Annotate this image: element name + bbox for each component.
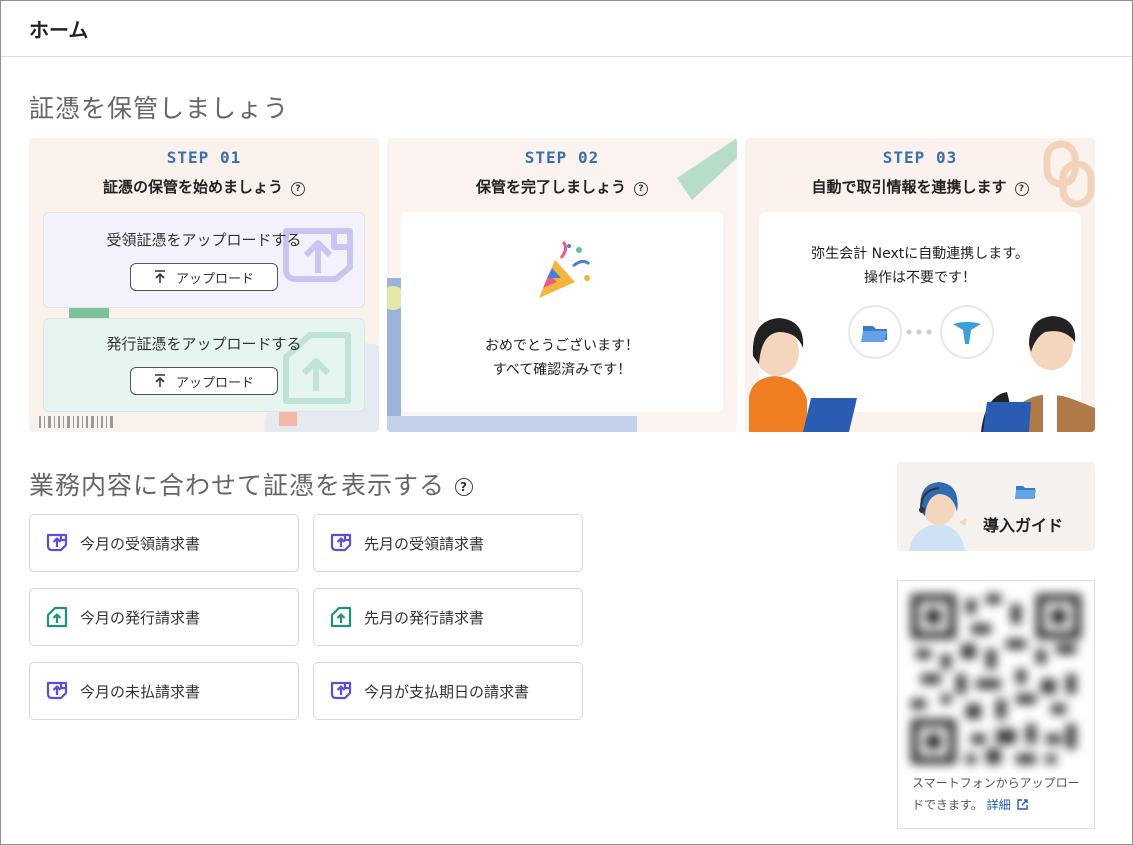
party-popper-icon (539, 240, 591, 298)
step-02-card: STEP 02 保管を完了しましょう? おめでとうございます！ すべて確認済みで… (387, 138, 737, 432)
received-upload-box: 受領証憑をアップロードする アップロード (43, 212, 365, 308)
upload-arrow-icon (154, 374, 165, 387)
qr-details-link[interactable]: 詳細 (987, 798, 1029, 812)
page-title: ホーム (29, 18, 89, 42)
upload-arrow-icon (154, 270, 165, 283)
congrats-line-1: おめでとうございます！ (485, 338, 639, 354)
help-icon[interactable]: ? (455, 478, 474, 496)
sync-line-1: 弥生会計 Nextに自動連携します。 (811, 246, 1029, 262)
issued-upload-box: 発行証憑をアップロードする アップロード (43, 318, 365, 412)
issued-upload-label: 発行証憑をアップロードする (106, 335, 302, 353)
filter-label: 先月の受領請求書 (364, 534, 485, 553)
issue-icon (46, 606, 68, 628)
qr-description: スマートフォンからアップロードできます。 詳細 (912, 772, 1088, 816)
qr-details-link-label: 詳細 (986, 798, 1011, 812)
filter-this-month-received[interactable]: 今月の受領請求書 (29, 514, 299, 572)
top-bar: ホーム (1, 1, 1132, 57)
step-03-heading-text: 自動で取引情報を連携します (811, 178, 1007, 196)
section-title-store: 証憑を保管しましょう (29, 94, 290, 123)
issued-upload-button-label: アップロード (175, 375, 254, 391)
section-title-filter: 業務内容に合わせて証憑を表示する? (29, 466, 474, 502)
help-icon[interactable]: ? (634, 182, 648, 196)
receive-icon (46, 533, 68, 552)
filter-due-this-month[interactable]: 今月が支払期日の請求書 (313, 662, 583, 720)
step-02-message-box: おめでとうございます！ すべて確認済みです！ (401, 212, 723, 412)
step-01-heading-text: 証憑の保管を始めましょう (102, 178, 283, 196)
filter-label: 今月が支払期日の請求書 (364, 682, 530, 701)
sync-line-2: 操作は不要です！ (864, 270, 976, 286)
help-icon[interactable]: ? (291, 182, 305, 196)
filter-label: 今月の受領請求書 (80, 534, 201, 553)
people-illustration (749, 316, 1095, 432)
filter-label: 先月の発行請求書 (364, 608, 485, 627)
receive-icon (330, 533, 352, 552)
step-03-label: STEP 03 (882, 148, 958, 167)
filter-label: 今月の発行請求書 (80, 608, 201, 627)
help-icon[interactable]: ? (1014, 182, 1029, 196)
issue-icon (330, 606, 352, 628)
receive-icon (330, 681, 352, 700)
received-upload-button-label: アップロード (175, 271, 254, 287)
receive-icon (46, 681, 68, 700)
received-upload-label: 受領証憑をアップロードする (106, 231, 302, 249)
qr-code-image (906, 589, 1086, 769)
qr-code-card: スマートフォンからアップロードできます。 詳細 (897, 580, 1095, 829)
filter-last-month-received[interactable]: 先月の受領請求書 (313, 514, 583, 572)
section-title-filter-text: 業務内容に合わせて証憑を表示する (29, 471, 446, 500)
support-person-illustration (909, 482, 967, 551)
step-03-card: STEP 03 自動で取引情報を連携します? 弥生会計 Nextに自動連携します… (745, 138, 1095, 432)
congrats-line-2: すべて確認済みです！ (492, 362, 632, 378)
introduction-guide-label: 導入ガイド (983, 516, 1064, 535)
folder-icon (1015, 486, 1036, 499)
step-01-card: STEP 01 証憑の保管を始めましょう? 受領証憑をアップロードする アップロ… (29, 138, 379, 432)
external-link-icon (1017, 799, 1029, 810)
step-01-label: STEP 01 (166, 148, 242, 167)
filter-last-month-issued[interactable]: 先月の発行請求書 (313, 588, 583, 646)
step-01-heading: 証憑の保管を始めましょう? (29, 176, 379, 197)
filter-this-month-issued[interactable]: 今月の発行請求書 (29, 588, 299, 646)
app-frame: ホーム 証憑を保管しましょう STEP 01 証憑の保管を始めましょう? 受領証… (0, 0, 1133, 845)
step-02-label: STEP 02 (524, 148, 600, 167)
introduction-guide-card[interactable]: 導入ガイド (897, 462, 1095, 551)
step-02-heading-text: 保管を完了しましょう (475, 178, 626, 196)
step-03-heading: 自動で取引情報を連携します? (745, 176, 1095, 197)
filter-label: 今月の未払請求書 (80, 682, 201, 701)
step-02-heading: 保管を完了しましょう? (387, 176, 737, 197)
filter-this-month-unpaid[interactable]: 今月の未払請求書 (29, 662, 299, 720)
issued-upload-button[interactable]: アップロード (130, 367, 278, 395)
received-upload-button[interactable]: アップロード (130, 263, 278, 291)
